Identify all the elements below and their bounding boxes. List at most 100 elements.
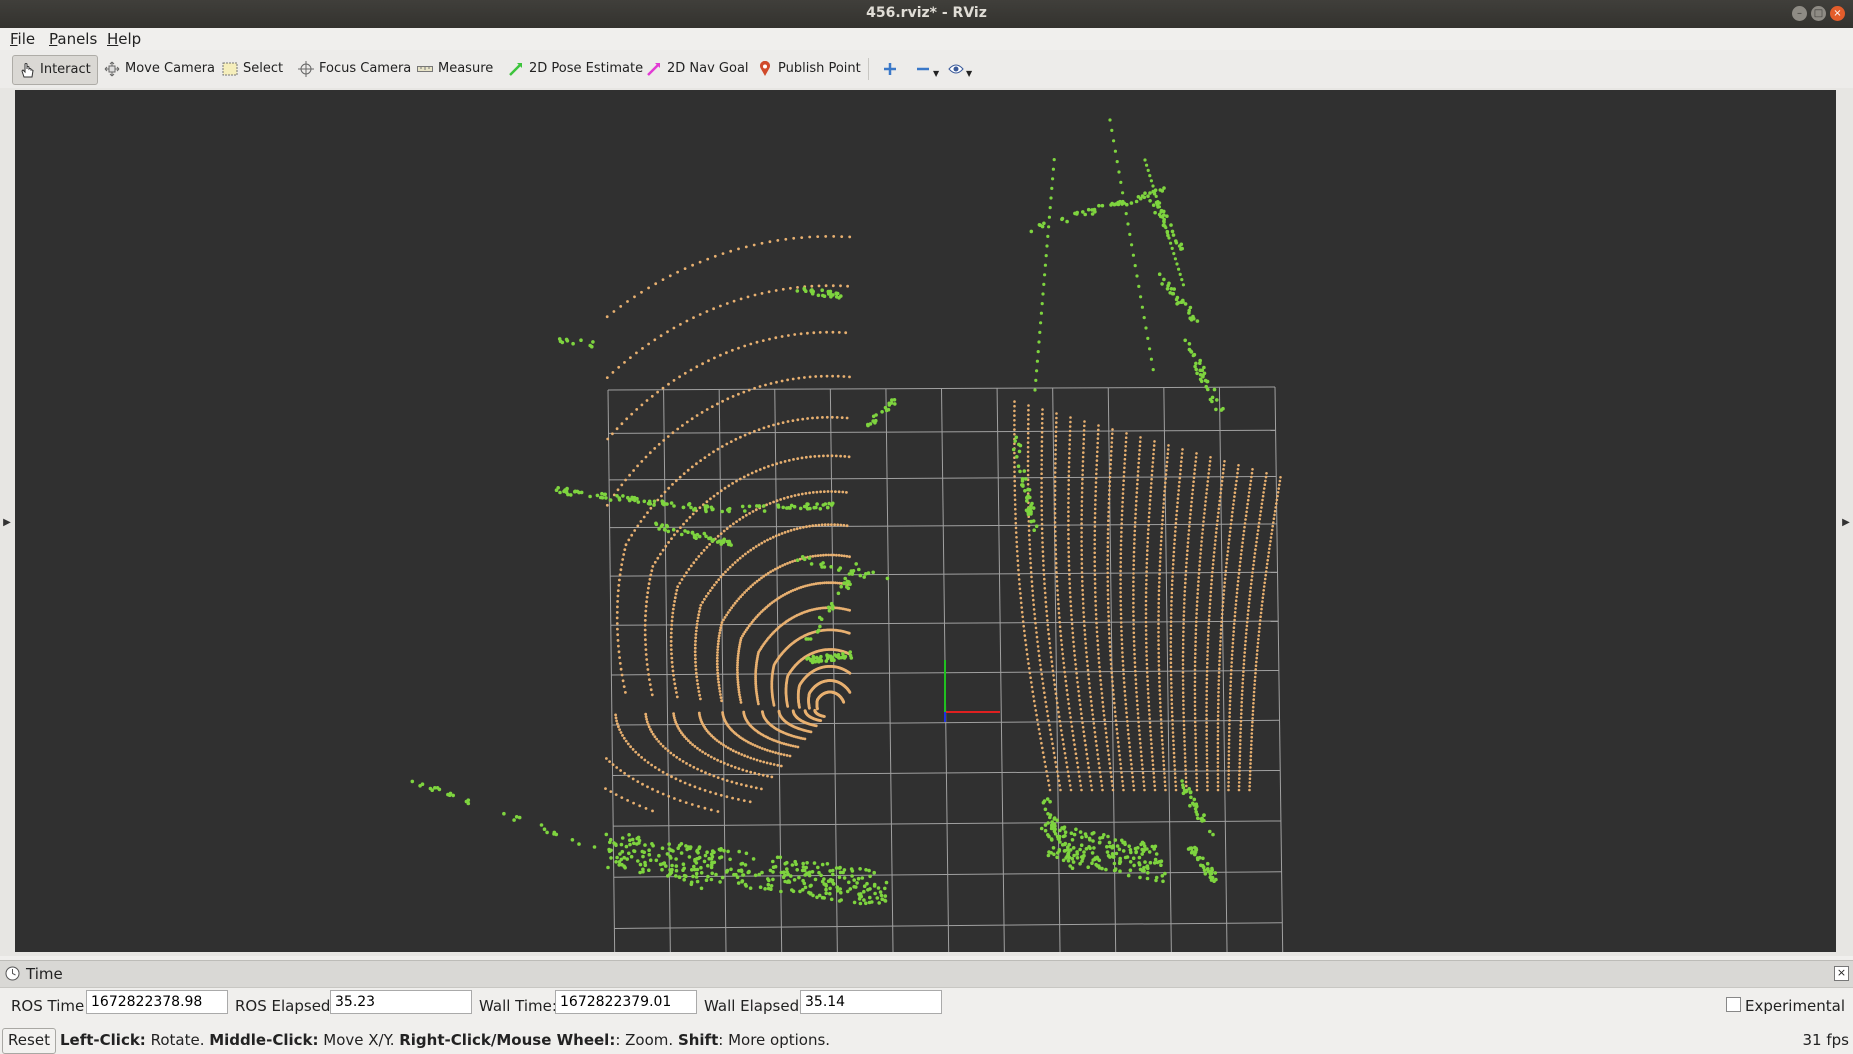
obstacle-point	[820, 288, 824, 292]
scan-point	[1217, 694, 1220, 698]
tool-interact[interactable]: Interact	[12, 55, 98, 85]
scan-point	[636, 524, 640, 528]
tool-measure[interactable]: Measure	[411, 55, 499, 83]
scan-point	[1193, 688, 1197, 692]
obstacle-point	[1201, 856, 1205, 861]
scan-point	[1241, 537, 1245, 541]
reset-button[interactable]: Reset	[2, 1028, 56, 1054]
scan-point	[1028, 543, 1031, 546]
scan-point	[719, 742, 723, 745]
obstacle-point	[1189, 795, 1193, 800]
obstacle-point	[1181, 783, 1185, 787]
scan-point	[1270, 532, 1273, 536]
minimize-icon[interactable]: –	[1792, 6, 1807, 21]
obstacle-point	[744, 851, 749, 856]
scan-point	[1106, 749, 1110, 752]
obstacle-point	[1188, 790, 1193, 795]
scan-point	[1256, 533, 1259, 536]
scan-point	[784, 237, 788, 241]
obstacle-point	[702, 531, 707, 536]
scan-point	[1068, 434, 1072, 437]
tool-select[interactable]: Select	[216, 55, 289, 83]
ros-time-field[interactable]	[86, 990, 228, 1014]
scan-point	[796, 745, 800, 749]
scan-point	[1161, 514, 1165, 518]
scan-point	[1252, 694, 1256, 698]
tool-2d-nav-goal[interactable]: 2D Nav Goal	[640, 55, 755, 83]
scan-point	[1181, 646, 1185, 650]
scan-point	[1106, 744, 1109, 748]
scan-point	[1067, 532, 1070, 536]
wall-elapsed-field[interactable]	[800, 990, 942, 1014]
scan-point	[1144, 616, 1148, 620]
3d-viewport[interactable]	[15, 90, 1836, 981]
scan-point	[1251, 717, 1254, 720]
close-panel-icon[interactable]: ×	[1834, 966, 1849, 981]
obstacle-point	[696, 856, 701, 861]
scan-point	[1239, 727, 1242, 731]
scan-point	[725, 442, 729, 446]
view-options-button[interactable]: ▼	[942, 55, 978, 83]
scan-point	[617, 583, 621, 587]
scan-point	[1224, 565, 1228, 569]
menu-help[interactable]: Help	[107, 30, 141, 48]
scan-point	[690, 465, 694, 469]
scan-point	[1157, 647, 1160, 651]
scan-point	[662, 439, 666, 442]
obstacle-point	[410, 779, 415, 784]
tool-2d-pose-estimate[interactable]: 2D Pose Estimate	[502, 55, 649, 83]
menu-panels[interactable]: Panels	[49, 30, 97, 48]
obstacle-point	[824, 659, 829, 663]
scan-point	[619, 305, 623, 308]
add-tool-button[interactable]	[876, 55, 904, 83]
scan-point	[808, 491, 811, 495]
experimental-checkbox[interactable]	[1726, 997, 1741, 1012]
obstacle-point	[1181, 283, 1185, 287]
obstacle-point	[1055, 818, 1059, 823]
scan-point	[1166, 452, 1170, 456]
tool-focus-camera[interactable]: Focus Camera	[292, 55, 417, 83]
tool-publish-point[interactable]: Publish Point	[751, 55, 867, 83]
scan-point	[1121, 784, 1125, 787]
scan-point	[1144, 591, 1148, 594]
scan-point	[724, 745, 728, 748]
obstacle-point	[1023, 489, 1027, 493]
scan-point	[1132, 631, 1136, 635]
scan-point	[1228, 530, 1232, 534]
scan-point	[1162, 767, 1166, 771]
obstacle-point	[628, 838, 632, 842]
left-dock-toggle-icon[interactable]: ▶	[2, 513, 12, 533]
obstacle-point	[694, 536, 698, 540]
obstacle-point	[1137, 862, 1142, 867]
scan-point	[1015, 536, 1018, 539]
scan-point	[832, 235, 836, 238]
right-dock-toggle-icon[interactable]: ▶	[1841, 513, 1851, 533]
menu-file[interactable]: File	[10, 30, 35, 48]
scan-point	[776, 422, 780, 426]
scan-point	[1106, 597, 1110, 601]
obstacle-point	[740, 861, 745, 866]
ros-elapsed-field[interactable]	[330, 990, 472, 1014]
scan-point	[1020, 610, 1024, 614]
obstacle-point	[884, 880, 889, 885]
remove-tool-button[interactable]: ▼	[909, 55, 945, 83]
scan-point	[1171, 735, 1175, 738]
maximize-icon[interactable]: □	[1811, 6, 1826, 21]
scan-point	[1024, 643, 1028, 647]
scan-point	[1029, 566, 1033, 569]
scan-point	[746, 473, 750, 477]
wall-time-field[interactable]	[555, 990, 697, 1014]
scan-point	[1205, 713, 1208, 717]
scan-point	[1030, 685, 1034, 689]
scan-point	[1195, 788, 1199, 792]
obstacle-point	[1213, 871, 1218, 875]
obstacle-point	[1026, 512, 1031, 517]
close-icon[interactable]: ×	[1830, 6, 1845, 21]
tool-move-camera[interactable]: Move Camera	[98, 55, 221, 83]
scan-point	[1145, 645, 1148, 649]
obstacle-point	[1146, 194, 1150, 198]
scan-point	[1146, 545, 1149, 548]
scan-point	[781, 564, 784, 567]
scan-point	[674, 777, 678, 781]
obstacle-point	[793, 859, 797, 864]
